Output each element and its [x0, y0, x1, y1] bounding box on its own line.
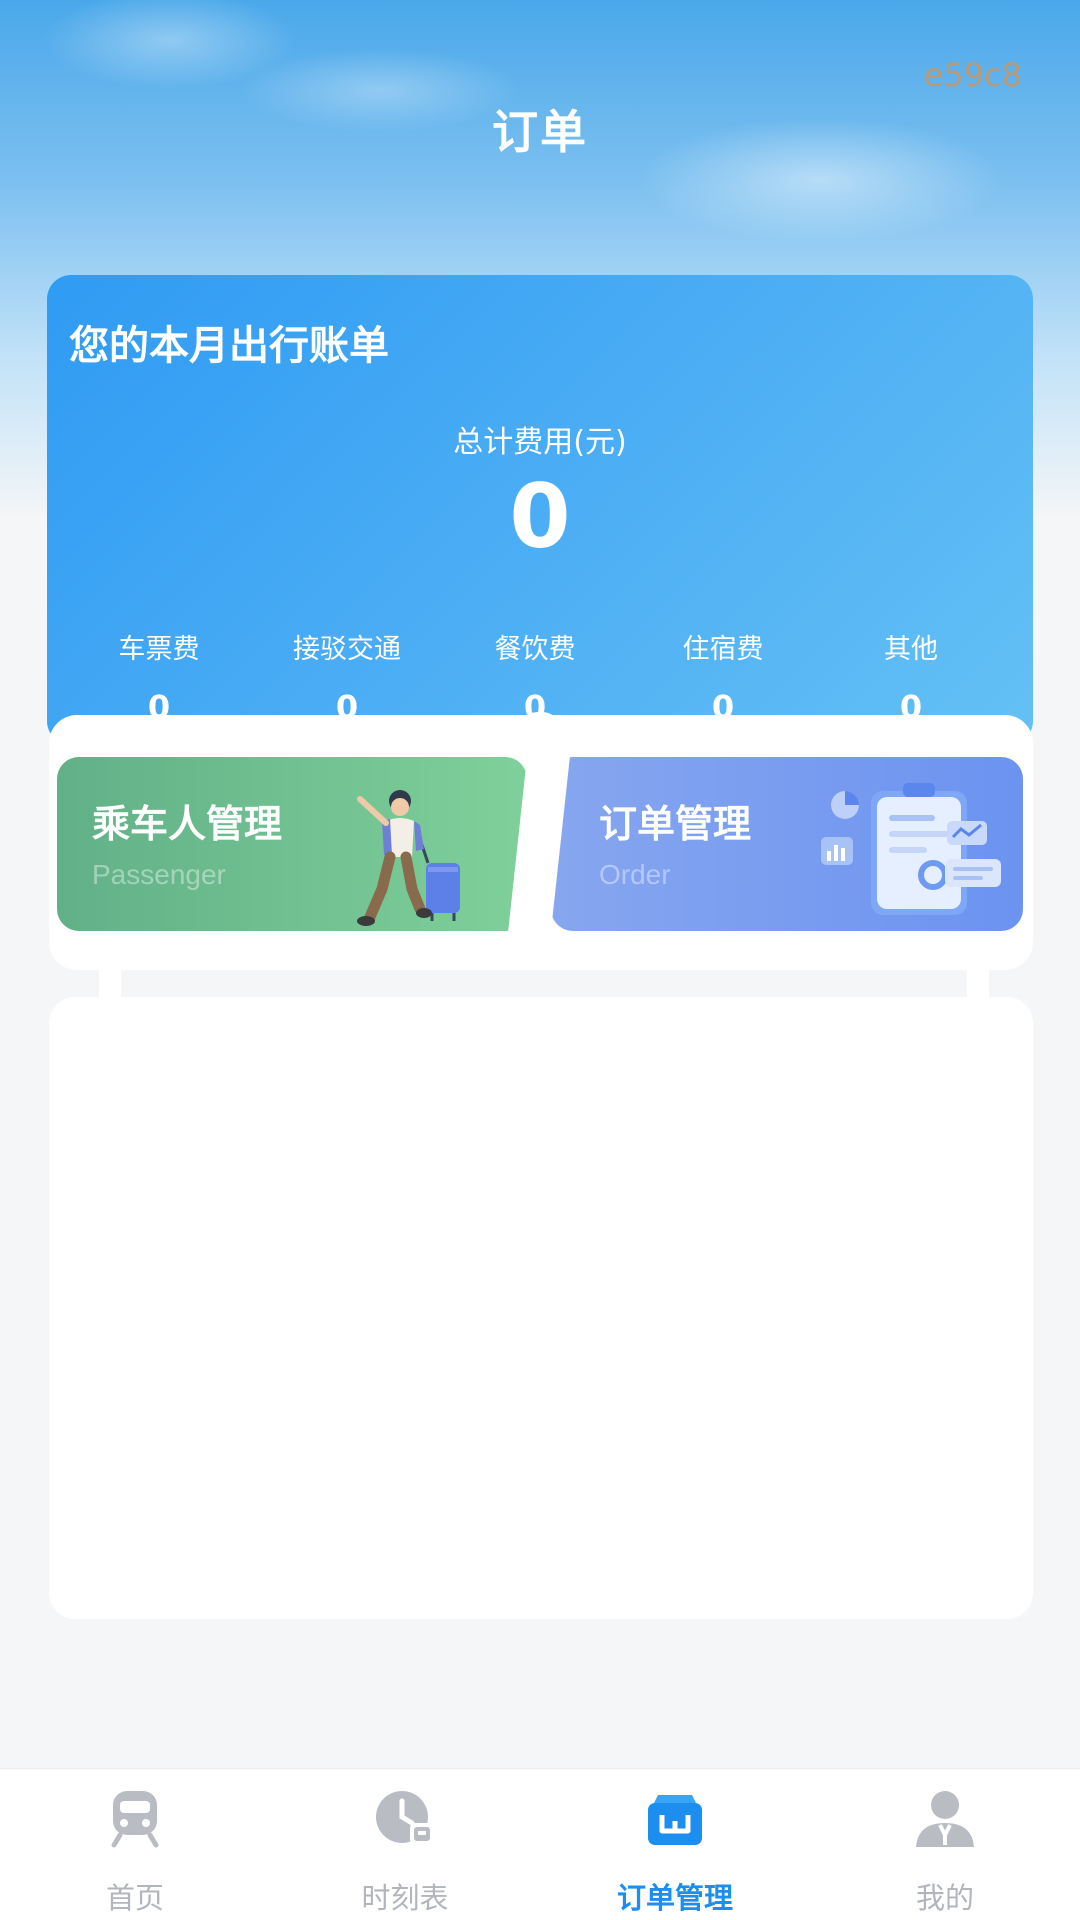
- monthly-bill-card: 您的本月出行账单 总计费用(元) 0 车票费 0 接驳交通 0 餐饮费 0 住宿…: [47, 275, 1033, 745]
- traveler-with-suitcase-icon: [357, 790, 460, 926]
- fee-label: 车票费: [118, 634, 200, 665]
- order-document-icon: [821, 783, 1001, 915]
- bill-title: 您的本月出行账单: [69, 323, 389, 369]
- schedule-clock-icon: [376, 1791, 434, 1845]
- bottom-tab-bar: 首页 时刻表 订单管理 我的: [0, 1768, 1080, 1920]
- watermark: e59c8: [923, 56, 1022, 94]
- passenger-management-button[interactable]: 乘车人管理 Passenger: [57, 757, 527, 931]
- fee-ticket: 车票费 0: [65, 627, 253, 726]
- tab-schedule[interactable]: 时刻表: [270, 1769, 540, 1920]
- tab-home-label: 首页: [105, 1881, 164, 1915]
- passenger-management-subtitle: Passenger: [92, 859, 226, 890]
- tab-orders[interactable]: 订单管理: [540, 1769, 810, 1920]
- fee-label: 接驳交通: [293, 634, 401, 665]
- tab-orders-label: 订单管理: [616, 1881, 733, 1915]
- fee-other: 其他 0: [817, 627, 1005, 726]
- fee-transfer: 接驳交通 0: [253, 627, 441, 726]
- order-list-card: [49, 997, 1033, 1619]
- order-management-subtitle: Order: [599, 859, 671, 890]
- user-icon: [916, 1791, 974, 1847]
- fee-lodging: 住宿费 0: [629, 627, 817, 726]
- order-bag-icon: [648, 1795, 702, 1845]
- total-fee-label: 总计费用(元): [453, 425, 627, 460]
- passenger-management-title: 乘车人管理: [92, 802, 283, 846]
- train-icon: [111, 1791, 159, 1848]
- tab-mine[interactable]: 我的: [810, 1769, 1080, 1920]
- fee-label: 餐饮费: [494, 634, 576, 665]
- page-title: 订单: [492, 105, 588, 159]
- tab-schedule-label: 时刻表: [361, 1881, 449, 1915]
- tab-mine-label: 我的: [915, 1881, 974, 1915]
- tab-home[interactable]: 首页: [0, 1769, 270, 1920]
- order-management-title: 订单管理: [599, 802, 752, 846]
- fee-label: 住宿费: [682, 634, 764, 665]
- order-management-button[interactable]: 订单管理 Order: [551, 757, 1023, 931]
- fee-label: 其他: [884, 634, 938, 665]
- total-fee-value: 0: [509, 465, 571, 568]
